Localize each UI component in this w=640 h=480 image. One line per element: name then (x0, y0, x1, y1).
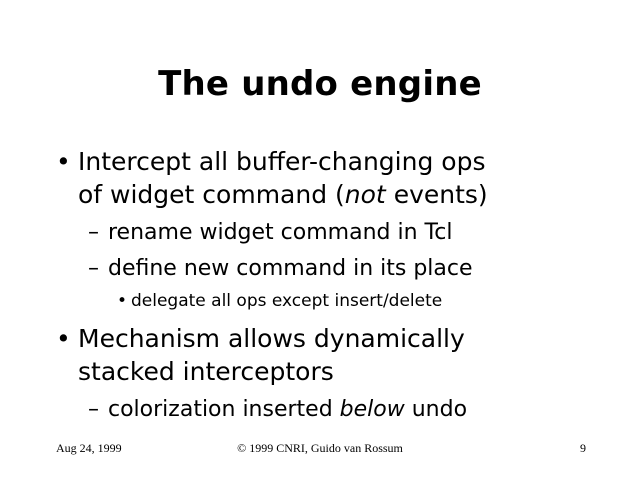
dash-marker: – (88, 220, 99, 245)
bullet-mechanism: • Mechanism allows dynamically (56, 322, 465, 355)
sub-bullet-text: rename widget command in Tcl (108, 220, 453, 245)
sub-bullet-text: define new command in its place (108, 256, 473, 281)
dash-marker: – (88, 397, 99, 422)
emphasis-not: not (344, 180, 386, 209)
bullet-intercept-continued: of widget command (not events) (56, 178, 488, 211)
subsub-bullet-delegate: • delegate all ops except insert/delete (117, 290, 442, 312)
sub-bullet-text-post: undo (404, 397, 468, 422)
subsub-bullet-text: delegate all ops except insert/delete (131, 291, 443, 311)
bullet-mechanism-continued: stacked interceptors (56, 355, 334, 388)
sub-bullet-rename: – rename widget command in Tcl (88, 215, 452, 251)
sub-bullet-text-pre: colorization inserted (108, 397, 340, 422)
footer-page-number: 9 (580, 441, 586, 455)
bullet-marker: • (56, 324, 71, 353)
bullet-text-line-2-pre: of widget command ( (78, 180, 345, 209)
emphasis-below: below (339, 397, 405, 422)
sub-bullet-define: – define new command in its place (88, 251, 473, 287)
bullet-text-line-1: Mechanism allows dynamically (78, 324, 465, 353)
sub-bullet-colorization: – colorization inserted below undo (88, 392, 467, 428)
bullet-text-line-1: Intercept all buffer-changing ops (78, 147, 486, 176)
bullet-text-line-2: stacked interceptors (78, 357, 334, 386)
bullet-text-line-2-post: events) (385, 180, 488, 209)
dash-marker: – (88, 256, 99, 281)
slide-title: The undo engine (158, 64, 482, 104)
bullet-marker: • (117, 291, 128, 311)
bullet-marker: • (56, 147, 71, 176)
bullet-intercept: • Intercept all buffer-changing ops (56, 145, 485, 178)
